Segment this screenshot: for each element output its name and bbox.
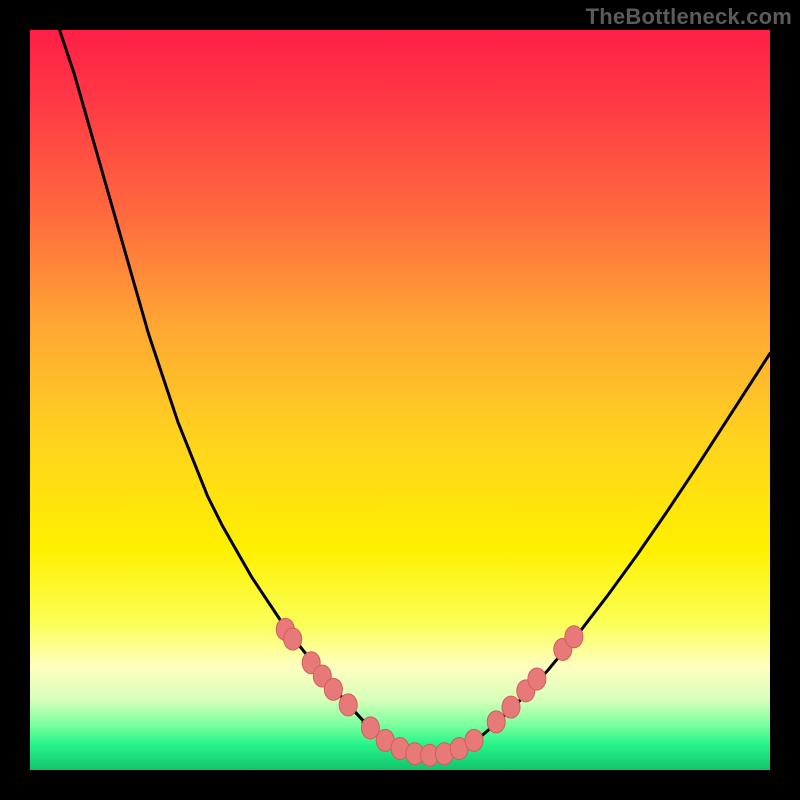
data-marker [339,694,357,716]
right-curve-path [422,353,770,754]
data-marker [324,678,342,700]
data-marker [487,711,505,733]
data-marker [502,696,520,718]
data-marker [528,668,546,690]
left-curve-path [60,30,423,754]
data-marker [465,729,483,751]
plot-area [30,30,770,770]
chart-frame: TheBottleneck.com [0,0,800,800]
data-marker [565,626,583,648]
data-marker [284,628,302,650]
marker-group [276,618,583,766]
watermark-text: TheBottleneck.com [586,4,792,30]
curve-layer [30,30,770,770]
